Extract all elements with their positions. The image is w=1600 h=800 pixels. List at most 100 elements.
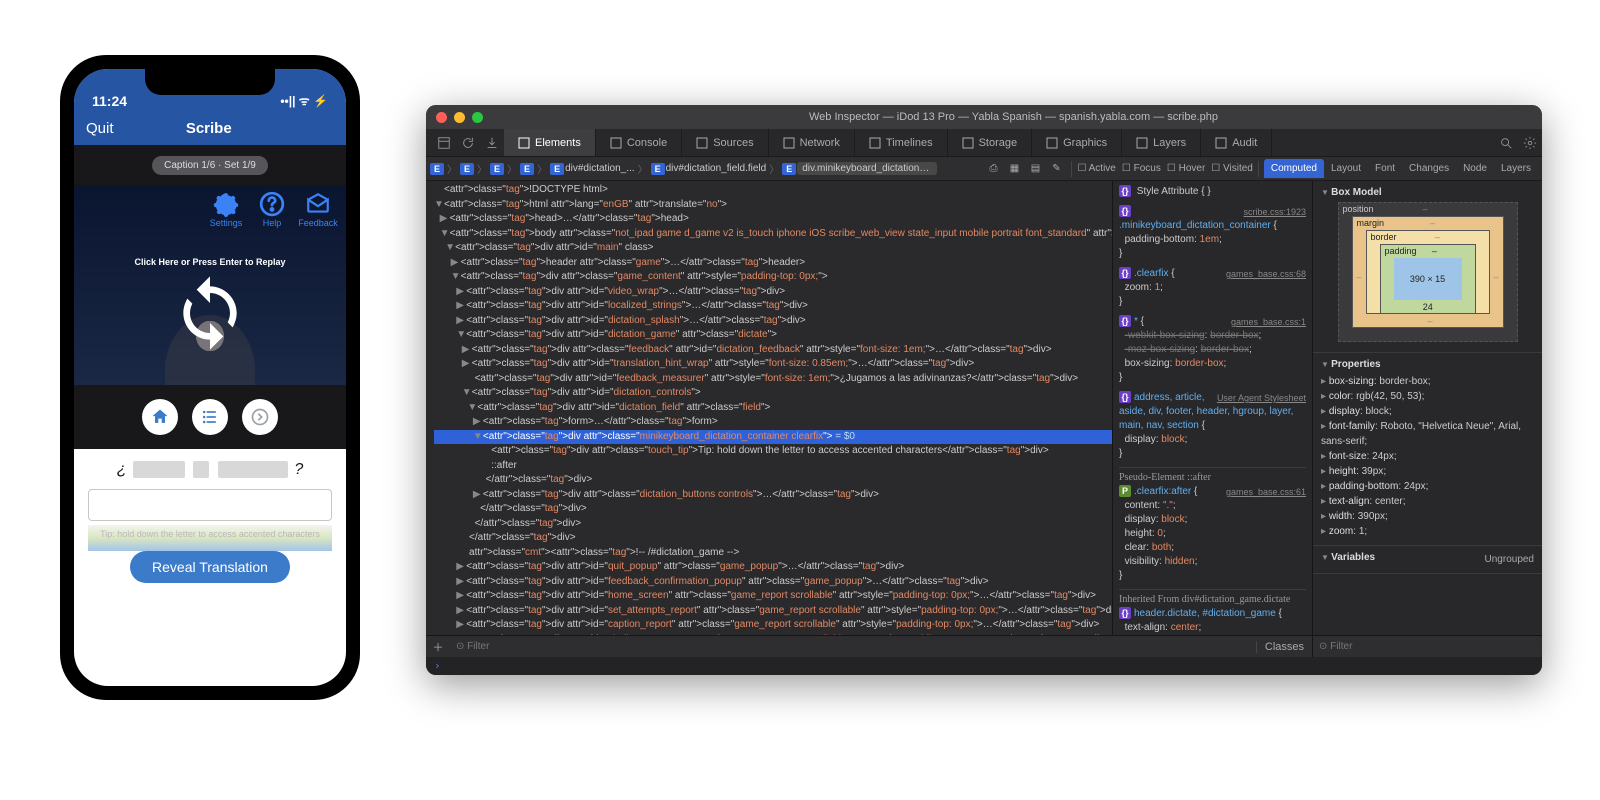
dom-node[interactable]: ▼<attr">class="tag">div attr">class="min… (434, 430, 1112, 445)
element-badge[interactable]: E (782, 163, 796, 175)
edit-icon[interactable]: ✎ (1046, 163, 1066, 174)
dom-node[interactable]: ▶<attr">class="tag">div attr">id="quit_p… (434, 560, 1112, 575)
computed-tab-computed[interactable]: Computed (1264, 159, 1324, 178)
dock-side-icon[interactable] (432, 129, 456, 156)
dom-node[interactable]: ▶<attr">class="tag">div attr">class="dic… (434, 488, 1112, 503)
minimize-window-icon[interactable] (454, 112, 465, 123)
dom-node[interactable]: ▼<attr">class="tag">div attr">id="main" … (434, 241, 1112, 256)
dom-tree[interactable]: <attr">class="tag">!DOCTYPE html>▼<attr"… (426, 181, 1112, 635)
dom-node[interactable]: ▼<attr">class="tag">div attr">class="gam… (434, 270, 1112, 285)
element-badge[interactable]: E (430, 163, 444, 175)
tab-sources[interactable]: Sources (682, 129, 768, 156)
reveal-translation-button[interactable]: Reveal Translation (130, 551, 290, 583)
computed-property[interactable]: padding-bottom: 24px; (1321, 479, 1534, 494)
computed-property[interactable]: display: block; (1321, 404, 1534, 419)
dom-node[interactable]: ▼<attr">class="tag">div attr">id="dictat… (434, 386, 1112, 401)
css-rule[interactable]: {}games_base.css:1* { -webkit-box-sizing… (1119, 315, 1306, 385)
dom-node[interactable]: ▶<attr">class="tag">div attr">class="fee… (434, 343, 1112, 358)
dom-node[interactable]: ▶<attr">class="tag">div attr">id="dictat… (434, 314, 1112, 329)
dom-node[interactable]: ▶<attr">class="tag">div attr">id="home_s… (434, 589, 1112, 604)
pseudo-focus[interactable]: ☐ Focus (1122, 163, 1161, 174)
tab-storage[interactable]: Storage (948, 129, 1033, 156)
breadcrumb-item[interactable]: div#dictation_field.field (666, 163, 767, 174)
console-prompt[interactable]: › (426, 657, 1542, 675)
dom-node[interactable]: ▼<attr">class="tag">body attr">class="no… (434, 227, 1112, 242)
close-window-icon[interactable] (436, 112, 447, 123)
dom-node[interactable]: ▶<attr">class="tag">header attr">class="… (434, 256, 1112, 271)
dom-node[interactable]: </attr">class="tag">div> (434, 531, 1112, 546)
answer-input[interactable] (88, 489, 332, 521)
list-button[interactable] (192, 399, 228, 435)
breadcrumb-selected[interactable]: div.minikeyboard_dictation_container.cle… (797, 162, 937, 175)
css-rule[interactable]: {}header.dictate, #dictation_game { text… (1119, 607, 1306, 635)
download-icon[interactable] (480, 129, 504, 156)
word-blank[interactable] (218, 461, 288, 478)
element-badge[interactable]: E (490, 163, 504, 175)
variables-mode-select[interactable]: Ungrouped (1485, 554, 1534, 565)
computed-property[interactable]: color: rgb(42, 50, 53); (1321, 389, 1534, 404)
dom-node[interactable]: ▶<attr">class="tag">div attr">id="feedba… (434, 575, 1112, 590)
computed-property[interactable]: text-align: center; (1321, 494, 1534, 509)
dom-node[interactable]: ▶<attr">class="tag">div attr">id="set_at… (434, 604, 1112, 619)
element-badge[interactable]: E (460, 163, 474, 175)
dom-node[interactable]: ▶<attr">class="tag">div attr">id="captio… (434, 618, 1112, 633)
layout-icon[interactable]: ▤ (1025, 163, 1045, 174)
computed-property[interactable]: width: 390px; (1321, 509, 1534, 524)
dom-node[interactable]: <attr">class="tag">!DOCTYPE html> (434, 183, 1112, 198)
dom-node[interactable]: ▼<attr">class="tag">div attr">id="dictat… (434, 401, 1112, 416)
computed-tab-layout[interactable]: Layout (1324, 159, 1368, 178)
element-badge[interactable]: E (651, 163, 665, 175)
pseudo-visited[interactable]: ☐ Visited (1211, 163, 1253, 174)
dom-node[interactable]: ▼<attr">class="tag">html attr">lang="enG… (434, 198, 1112, 213)
dom-node[interactable]: <attr">class="tag">div attr">class="touc… (434, 444, 1112, 459)
dom-node[interactable]: ▶<attr">class="tag">head>…</attr">class=… (434, 212, 1112, 227)
css-rule[interactable]: {}User Agent Stylesheetaddress, article,… (1119, 391, 1306, 461)
dom-node[interactable]: ▶<attr">class="tag">form>…</attr">class=… (434, 415, 1112, 430)
zoom-window-icon[interactable] (472, 112, 483, 123)
search-icon[interactable] (1494, 129, 1518, 156)
computed-tab-layers[interactable]: Layers (1494, 159, 1538, 178)
dom-node[interactable]: </attr">class="tag">div> (434, 473, 1112, 488)
print-icon[interactable]: ⎙ (983, 163, 1003, 174)
word-blank[interactable] (193, 461, 209, 478)
dom-node[interactable]: <attr">class="tag">div attr">id="feedbac… (434, 372, 1112, 387)
feedback-icon[interactable]: Feedback (298, 191, 338, 228)
computed-tab-font[interactable]: Font (1368, 159, 1402, 178)
pseudo-hover[interactable]: ☐ Hover (1167, 163, 1205, 174)
tab-graphics[interactable]: Graphics (1032, 129, 1122, 156)
tab-console[interactable]: Console (596, 129, 682, 156)
help-icon[interactable]: Help (252, 191, 292, 228)
dom-node[interactable]: </attr">class="tag">div> (434, 502, 1112, 517)
dom-node[interactable]: ▶<attr">class="tag">div attr">id="transl… (434, 357, 1112, 372)
element-badge[interactable]: E (550, 163, 564, 175)
styles-pane[interactable]: {} Style Attribute { } {}scribe.css:1923… (1112, 181, 1312, 635)
css-rule[interactable]: Pgames_base.css:61.clearfix:after { cont… (1119, 485, 1306, 583)
dom-node[interactable]: ▶<attr">class="tag">div attr">id="video_… (434, 285, 1112, 300)
word-blank[interactable] (133, 461, 185, 478)
computed-tab-changes[interactable]: Changes (1402, 159, 1456, 178)
breadcrumb-item[interactable]: div#dictation_... (565, 163, 635, 174)
computed-tab-node[interactable]: Node (1456, 159, 1494, 178)
dom-node[interactable]: ▶<attr">class="tag">div attr">id="locali… (434, 299, 1112, 314)
tab-audit[interactable]: Audit (1201, 129, 1272, 156)
paint-icon[interactable]: ▦ (1004, 163, 1024, 174)
video-player[interactable]: SettingsHelpFeedback Click Here or Press… (74, 185, 346, 385)
computed-property[interactable]: zoom: 1; (1321, 524, 1534, 539)
dom-node[interactable]: attr">class="cmt"><attr">class="tag">!--… (434, 546, 1112, 561)
settings-gear-icon[interactable] (1518, 129, 1542, 156)
dom-node[interactable]: </attr">class="tag">div> (434, 517, 1112, 532)
computed-filter-input[interactable]: ⊙ Filter (1313, 641, 1542, 652)
styles-filter-input[interactable]: ⊙ Filter (450, 641, 1256, 652)
element-badge[interactable]: E (520, 163, 534, 175)
settings-icon[interactable]: Settings (206, 191, 246, 228)
pseudo-active[interactable]: ☐ Active (1077, 163, 1115, 174)
tab-network[interactable]: Network (769, 129, 855, 156)
home-button[interactable] (142, 399, 178, 435)
computed-property[interactable]: font-size: 24px; (1321, 449, 1534, 464)
computed-property[interactable]: box-sizing: border-box; (1321, 374, 1534, 389)
dom-node[interactable]: ::after (434, 459, 1112, 474)
reload-icon[interactable] (456, 129, 480, 156)
computed-property[interactable]: height: 39px; (1321, 464, 1534, 479)
computed-property[interactable]: font-family: Roboto, "Helvetica Neue", A… (1321, 419, 1534, 449)
add-rule-icon[interactable]: ＋ (426, 639, 450, 655)
